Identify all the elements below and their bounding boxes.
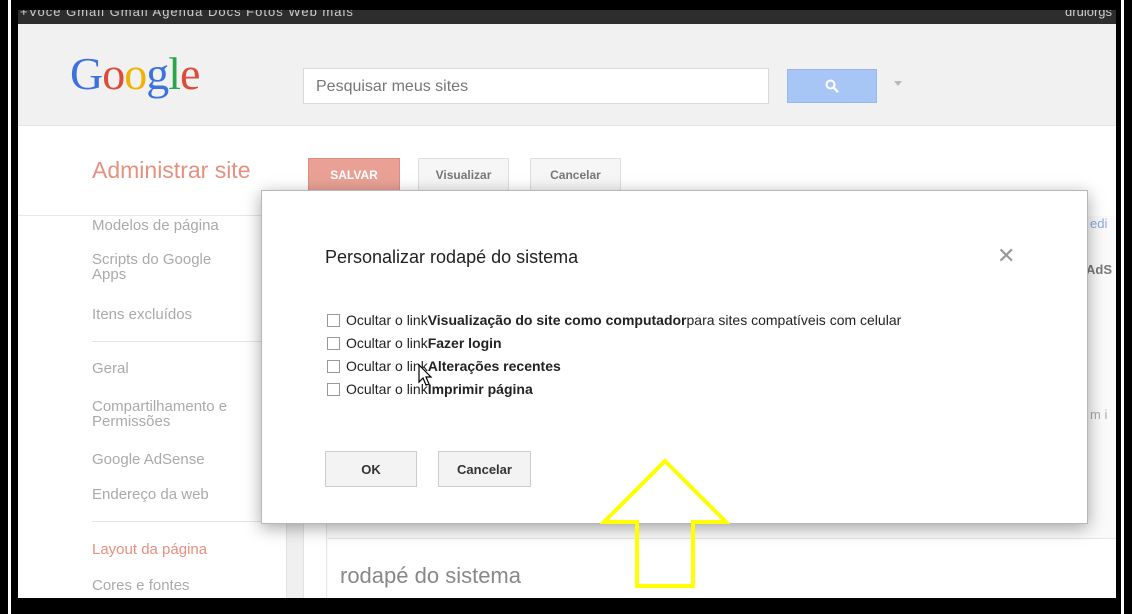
ok-button[interactable]: OK [325, 451, 417, 487]
up-arrow-annotation-icon [600, 458, 730, 588]
preview-button[interactable]: Visualizar [418, 158, 509, 192]
sidebar-top-divider [18, 215, 283, 216]
sidebar-item-page-layout[interactable]: Layout da página [92, 542, 207, 557]
checkbox[interactable] [327, 382, 340, 396]
dialog-title: Personalizar rodapé do sistema [325, 247, 579, 267]
browser-page: +Você Gmail Gmail Agenda Docs Fotos Web … [18, 10, 1116, 598]
top-bar-user[interactable]: drulorgs [1065, 10, 1112, 19]
search-input[interactable]: Pesquisar meus sites [303, 68, 769, 104]
sidebar-item-page-templates[interactable]: Modelos de página [92, 218, 219, 233]
sidebar-divider [92, 521, 270, 522]
google-logo[interactable]: Google [70, 51, 200, 97]
sidebar-item-general[interactable]: Geral [92, 361, 129, 376]
checkbox[interactable] [327, 313, 340, 327]
cancel-edit-button[interactable]: Cancelar [530, 158, 621, 192]
sidebar-item-deleted-items[interactable]: Itens excluídos [92, 307, 192, 322]
sidebar-item-apps-scripts[interactable]: Scripts do Google Apps [92, 252, 242, 282]
screenshot-frame: +Você Gmail Gmail Agenda Docs Fotos Web … [0, 0, 1132, 614]
header: Google Pesquisar meus sites [18, 24, 1116, 126]
search-placeholder: Pesquisar meus sites [316, 78, 469, 95]
search-options-caret-icon[interactable] [894, 81, 902, 86]
option-hide-login[interactable]: Ocultar o link Fazer login [327, 335, 502, 351]
top-bar-links[interactable]: +Você Gmail Gmail Agenda Docs Fotos Web … [20, 10, 354, 19]
sidebar-item-adsense[interactable]: Google AdSense [92, 452, 205, 467]
checkbox[interactable] [327, 359, 340, 373]
frame-border-right [1121, 0, 1124, 614]
sidebar-item-sharing[interactable]: Compartilhamento e Permissões [92, 399, 252, 429]
page-title: Administrar site [92, 157, 251, 183]
content-edge-text: m i [1090, 407, 1108, 422]
magnifier-icon [825, 79, 839, 93]
sidebar-divider [92, 341, 270, 342]
cancel-button[interactable]: Cancelar [438, 451, 531, 487]
option-hide-desktop-view[interactable]: Ocultar o link Visualização do site como… [327, 312, 901, 328]
sidebar-item-colors-fonts[interactable]: Cores e fontes [92, 578, 190, 593]
frame-border-left [8, 0, 11, 614]
footer-heading: rodapé do sistema [340, 563, 521, 588]
option-hide-recent-changes[interactable]: Ocultar o link Alterações recentes [327, 358, 561, 374]
content-edge-text: edi [1090, 216, 1108, 231]
google-top-bar: +Você Gmail Gmail Agenda Docs Fotos Web … [18, 10, 1116, 24]
checkbox[interactable] [327, 336, 340, 350]
sidebar-item-web-address[interactable]: Endereço da web [92, 487, 209, 502]
content-edge-text: AdS [1086, 262, 1112, 277]
search-button[interactable] [787, 69, 877, 103]
mouse-pointer-icon [418, 364, 433, 386]
save-button[interactable]: SALVAR [308, 158, 400, 192]
close-icon[interactable]: ✕ [997, 245, 1015, 267]
